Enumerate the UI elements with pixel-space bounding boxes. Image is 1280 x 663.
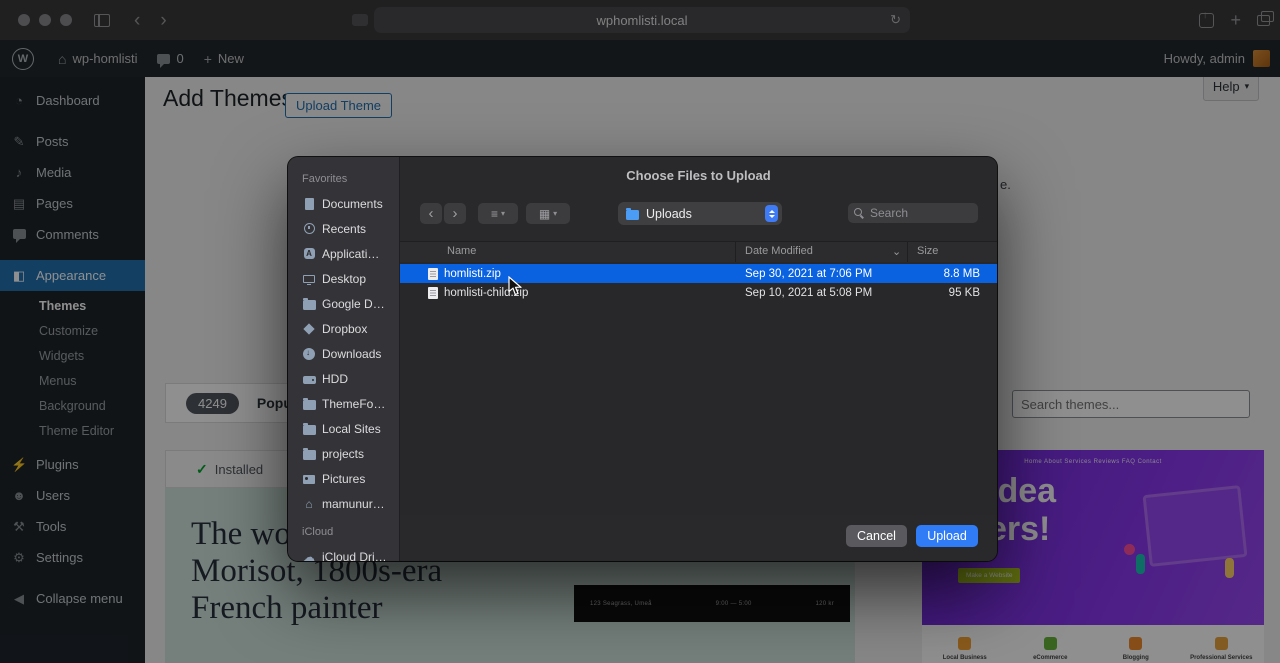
dropdown-carets-icon — [765, 205, 778, 222]
sidebar-item-google-drive[interactable]: Google D… — [302, 291, 399, 316]
dialog-search-input[interactable] — [868, 205, 972, 221]
column-name[interactable]: Name — [447, 245, 476, 257]
sort-caret-icon[interactable]: ⌄ — [892, 245, 901, 258]
google-drive-icon — [302, 297, 316, 310]
dropbox-icon — [303, 322, 315, 335]
file-row-homlisti-child-zip[interactable]: homlisti-child.zip Sep 10, 2021 at 5:08 … — [400, 283, 997, 302]
documents-icon — [304, 197, 314, 210]
sidebar-item-hdd[interactable]: HDD — [302, 366, 399, 391]
column-date-modified[interactable]: Date Modified — [745, 245, 813, 257]
chevron-down-icon: ▾ — [553, 209, 558, 218]
location-dropdown[interactable]: Uploads — [618, 202, 782, 225]
chevron-down-icon: ▾ — [501, 209, 506, 218]
downloads-icon — [303, 347, 315, 360]
list-column-headers: Name Date Modified ⌄ Size — [400, 241, 997, 263]
pictures-icon — [303, 474, 315, 484]
favorites-header: Favorites — [302, 173, 348, 185]
dialog-toolbar: ‹ › ≡ ▾ ▦ ▾ Uploads — [400, 193, 997, 235]
column-divider — [907, 242, 908, 262]
search-icon — [854, 208, 864, 218]
list-view-button[interactable]: ≡ ▾ — [478, 203, 518, 224]
folder-icon — [302, 422, 316, 435]
home-icon: ⌂ — [305, 496, 313, 511]
sidebar-item-dropbox[interactable]: Dropbox — [302, 316, 399, 341]
desktop-icon — [303, 275, 315, 285]
sidebar-item-recents[interactable]: Recents — [302, 216, 399, 241]
grid-view-button[interactable]: ▦ ▾ — [526, 203, 570, 224]
upload-button[interactable]: Upload — [916, 525, 978, 547]
file-icon — [428, 267, 438, 280]
applications-icon — [303, 248, 315, 259]
back-button[interactable]: ‹ — [420, 203, 442, 224]
cancel-button[interactable]: Cancel — [846, 525, 907, 547]
file-upload-dialog: Favorites Documents Recents Applicati… D… — [288, 157, 997, 561]
sidebar-item-home[interactable]: ⌂ mamunur… — [302, 491, 399, 516]
file-size: 8.8 MB — [943, 267, 980, 280]
dialog-main: Choose Files to Upload ‹ › ≡ ▾ ▦ ▾ Uploads… — [400, 157, 997, 561]
icloud-drive-icon: ☁ — [303, 549, 315, 562]
recents-icon — [303, 223, 315, 234]
sidebar-item-icloud-drive[interactable]: ☁ iCloud Dri… — [302, 544, 399, 562]
sidebar-item-local-sites[interactable]: Local Sites — [302, 416, 399, 441]
list-view-icon: ≡ — [490, 206, 498, 221]
dialog-title: Choose Files to Upload — [626, 167, 771, 183]
folder-icon — [302, 397, 316, 410]
file-list: homlisti.zip Sep 30, 2021 at 7:06 PM 8.8… — [400, 262, 997, 515]
dialog-sidebar: Favorites Documents Recents Applicati… D… — [288, 157, 400, 561]
hdd-icon — [302, 375, 316, 384]
sidebar-item-themeforest[interactable]: ThemeFo… — [302, 391, 399, 416]
sidebar-item-desktop[interactable]: Desktop — [302, 266, 399, 291]
sidebar-item-pictures[interactable]: Pictures — [302, 466, 399, 491]
column-size[interactable]: Size — [917, 245, 938, 257]
icloud-header: iCloud — [302, 526, 334, 538]
grid-view-icon: ▦ — [538, 206, 551, 221]
mouse-cursor — [508, 276, 523, 296]
file-date: Sep 10, 2021 at 5:08 PM — [745, 286, 873, 299]
file-date: Sep 30, 2021 at 7:06 PM — [745, 267, 873, 280]
file-name: homlisti.zip — [444, 267, 501, 280]
location-label: Uploads — [646, 206, 692, 221]
file-row-homlisti-zip[interactable]: homlisti.zip Sep 30, 2021 at 7:06 PM 8.8… — [400, 264, 997, 283]
file-icon — [428, 286, 438, 299]
forward-button[interactable]: › — [444, 203, 466, 224]
uploads-folder-icon — [626, 207, 639, 220]
sidebar-item-downloads[interactable]: Downloads — [302, 341, 399, 366]
file-size: 95 KB — [948, 286, 980, 299]
sidebar-item-projects[interactable]: projects — [302, 441, 399, 466]
sidebar-item-applications[interactable]: Applicati… — [302, 241, 399, 266]
dialog-search-field[interactable] — [848, 203, 978, 223]
folder-icon — [302, 447, 316, 460]
column-divider — [735, 242, 736, 262]
sidebar-item-documents[interactable]: Documents — [302, 191, 399, 216]
